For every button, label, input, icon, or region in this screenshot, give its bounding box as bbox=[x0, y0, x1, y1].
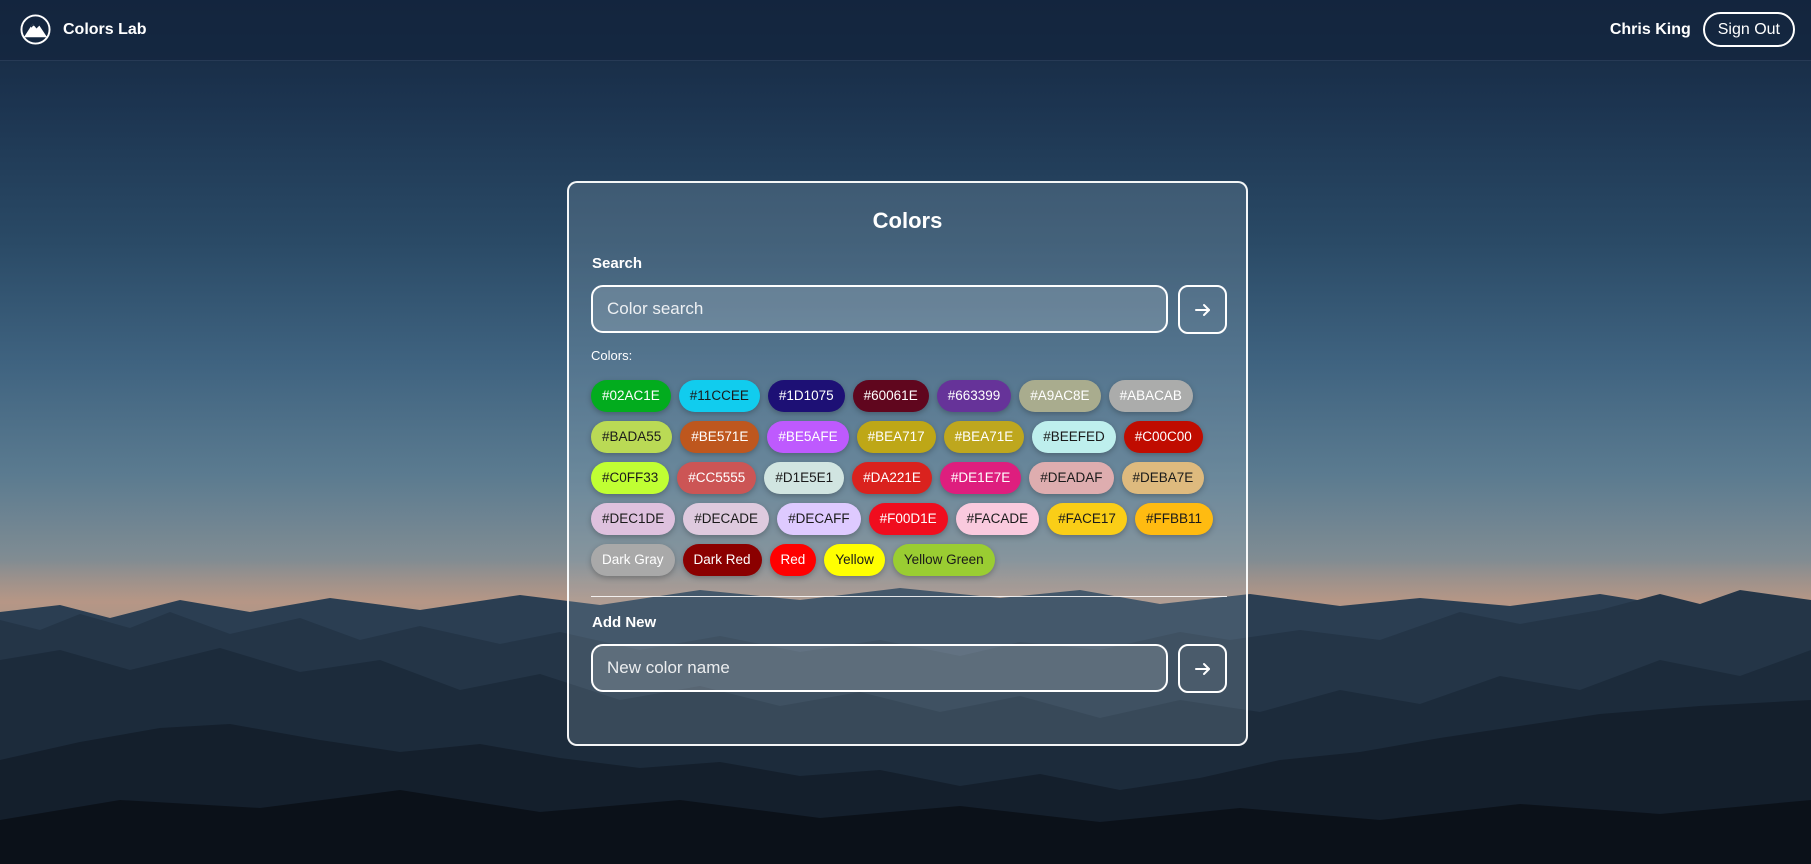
color-chip[interactable]: #DA221E bbox=[852, 462, 932, 494]
color-chip[interactable]: #1D1075 bbox=[767, 380, 845, 412]
color-chip[interactable]: #C00C00 bbox=[1123, 421, 1203, 453]
section-divider bbox=[591, 596, 1227, 597]
color-chip[interactable]: #BEA71E bbox=[943, 421, 1025, 453]
color-chip[interactable]: #663399 bbox=[936, 380, 1012, 412]
color-chip[interactable]: #02AC1E bbox=[591, 380, 671, 412]
color-chip[interactable]: #DECADE bbox=[683, 503, 770, 535]
color-chip[interactable]: Dark Gray bbox=[591, 544, 675, 576]
color-chip[interactable]: #DEBA7E bbox=[1121, 462, 1205, 494]
color-chip[interactable]: #BE571E bbox=[680, 421, 760, 453]
color-chip[interactable]: #FFBB11 bbox=[1134, 503, 1213, 535]
user-name: Chris King bbox=[1609, 20, 1691, 38]
color-chip[interactable]: #DEADAF bbox=[1029, 462, 1114, 494]
color-chip[interactable]: #C0FF33 bbox=[591, 462, 670, 494]
color-chip[interactable]: #DECAFF bbox=[777, 503, 861, 535]
user-area: Chris King Sign Out bbox=[1610, 12, 1795, 47]
color-chip-list: #02AC1E #11CCEE #1D1075 #60061E #663399 #A9AC… bbox=[591, 380, 1231, 576]
card-title: Colors bbox=[872, 208, 943, 233]
add-color-submit-button[interactable] bbox=[1178, 644, 1227, 693]
color-chip[interactable]: #DE1E7E bbox=[939, 462, 1022, 494]
colors-caption: Colors: bbox=[591, 348, 633, 363]
color-chip[interactable]: #FACADE bbox=[955, 503, 1040, 535]
color-chip[interactable]: #11CCEE bbox=[678, 380, 760, 412]
color-chip[interactable]: #60061E bbox=[852, 380, 929, 412]
color-chip[interactable]: #ABACAB bbox=[1108, 380, 1193, 412]
color-search-input[interactable] bbox=[591, 285, 1168, 333]
colors-card: Colors Search Colors: #02AC1E#11CCEE#1D1… bbox=[567, 181, 1248, 746]
color-chip[interactable]: #BEEFED bbox=[1032, 421, 1116, 453]
color-chip[interactable]: Yellow Green bbox=[892, 544, 995, 576]
color-chip[interactable]: #BEA717 bbox=[856, 421, 936, 453]
sign-out-button[interactable]: Sign Out bbox=[1702, 12, 1795, 47]
color-chip[interactable]: Red bbox=[769, 544, 817, 576]
color-chip[interactable]: #D1E5E1 bbox=[764, 462, 845, 494]
color-chip[interactable]: #BE5AFE bbox=[767, 421, 849, 453]
brand[interactable]: Colors Lab bbox=[20, 14, 147, 45]
color-chip[interactable]: #F00D1E bbox=[868, 503, 948, 535]
color-chip[interactable]: #A9AC8E bbox=[1019, 380, 1101, 412]
arrow-right-icon bbox=[1194, 303, 1210, 316]
color-chip[interactable]: #CC5555 bbox=[677, 462, 757, 494]
app-name: Colors Lab bbox=[63, 20, 147, 38]
color-chip[interactable]: #FACE17 bbox=[1047, 503, 1127, 535]
search-label: Search bbox=[592, 255, 643, 272]
color-chip[interactable]: #DEC1DE bbox=[591, 503, 676, 535]
mountain-logo-icon bbox=[20, 14, 51, 45]
arrow-right-icon bbox=[1194, 662, 1210, 675]
color-chip[interactable]: Dark Red bbox=[682, 544, 762, 576]
top-nav-bar: Colors Lab Chris King Sign Out bbox=[0, 0, 1811, 61]
new-color-name-input[interactable] bbox=[591, 644, 1168, 692]
search-submit-button[interactable] bbox=[1178, 285, 1227, 334]
color-chip[interactable]: #BADA55 bbox=[591, 421, 673, 453]
color-chip[interactable]: Yellow bbox=[824, 544, 885, 576]
add-new-label: Add New bbox=[592, 614, 657, 631]
